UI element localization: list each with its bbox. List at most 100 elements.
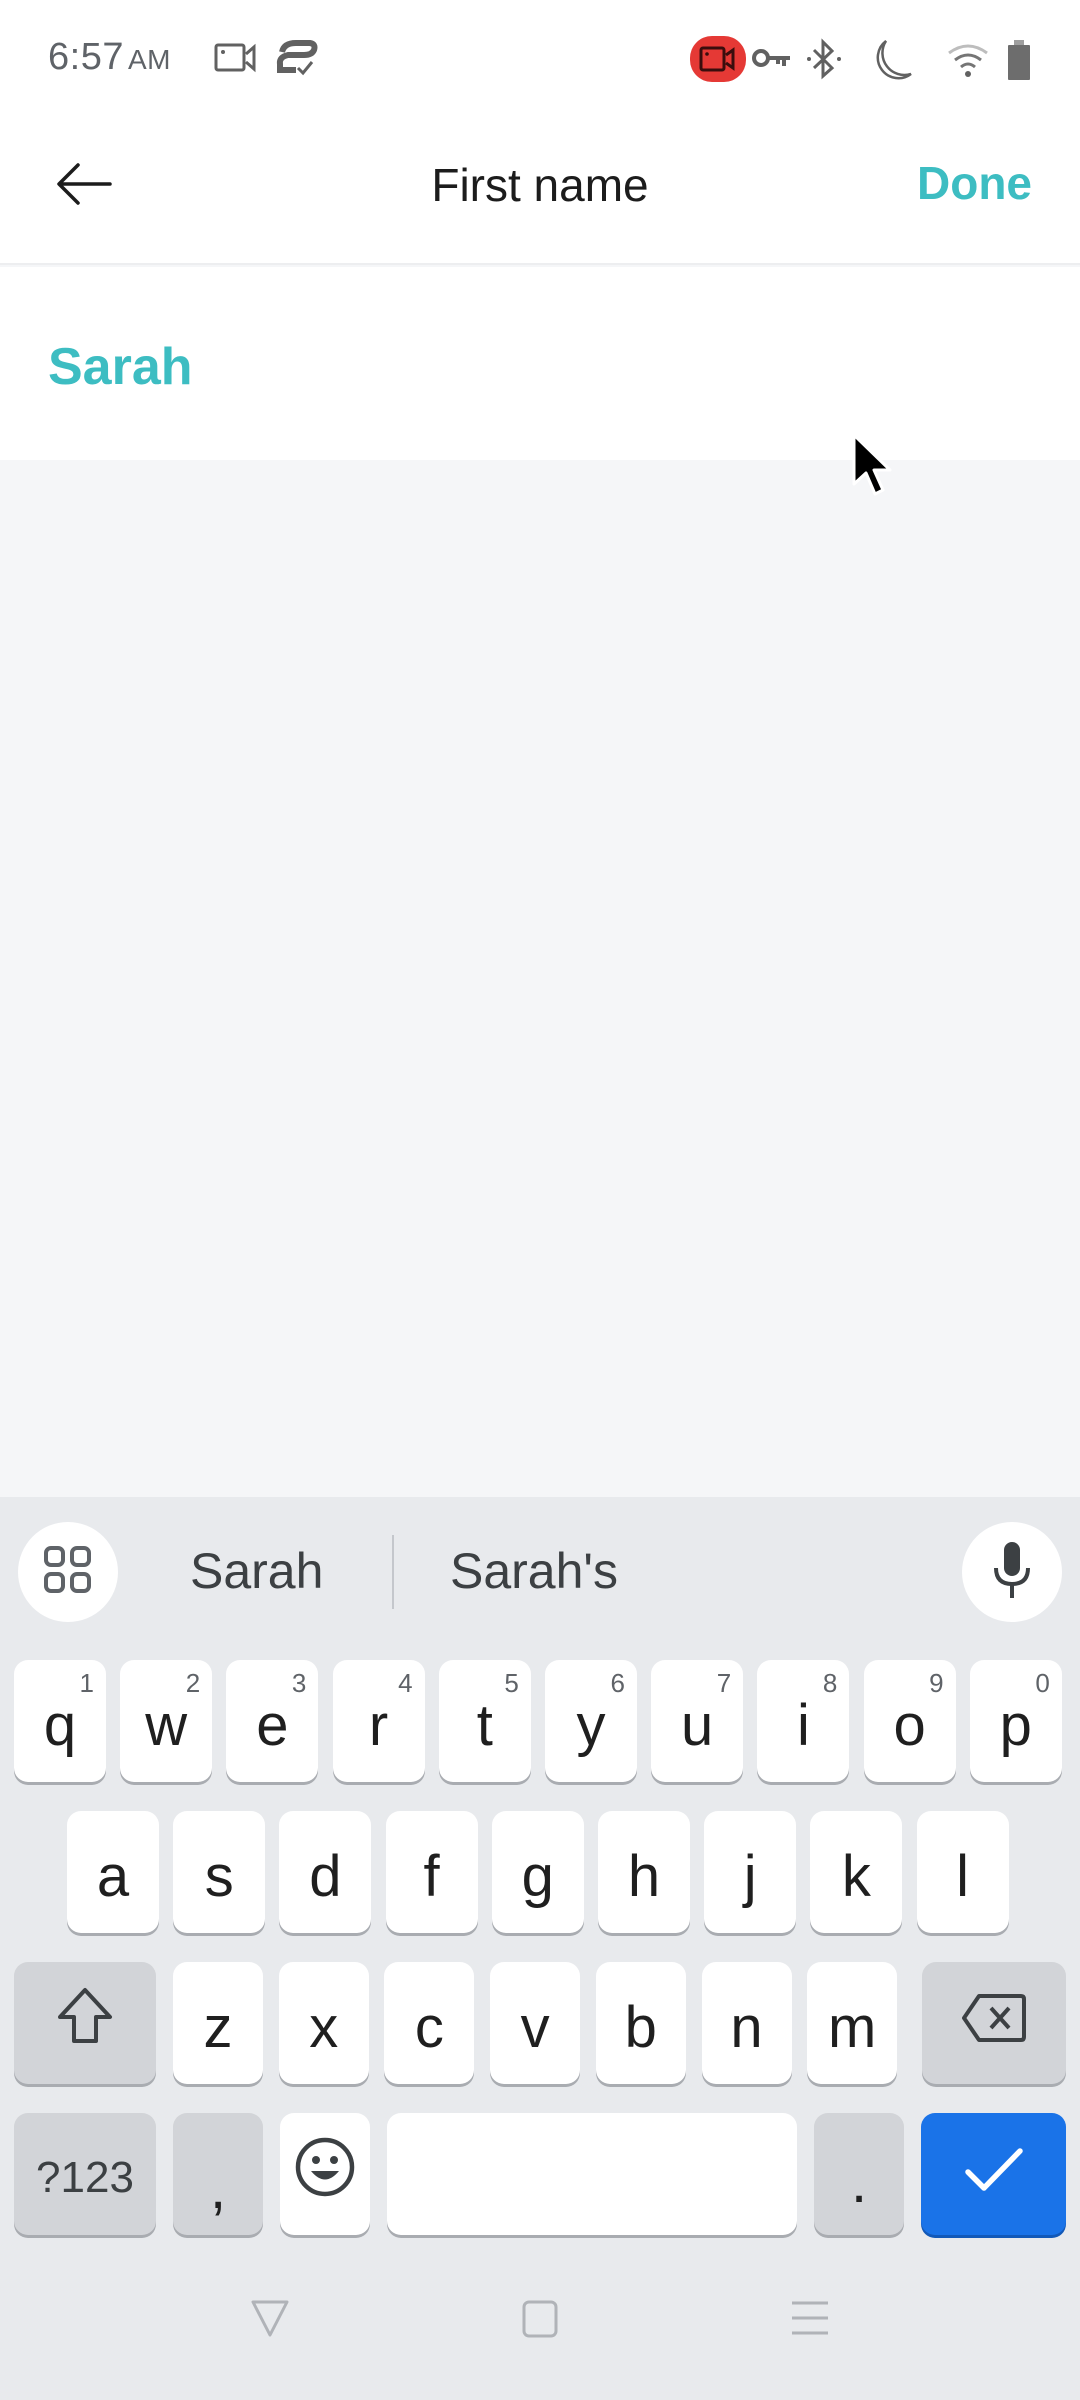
key-g[interactable]: g <box>491 1811 584 1933</box>
space-key[interactable] <box>387 2113 797 2235</box>
nav-back-button[interactable] <box>230 2285 310 2355</box>
key-hint-9: 9 <box>929 1668 944 1698</box>
voice-input-button[interactable] <box>962 1522 1062 1622</box>
key-hint-4: 4 <box>398 1668 413 1698</box>
key-label: q <box>43 1692 77 1758</box>
key-label: c <box>414 1994 444 2060</box>
key-label: k <box>841 1843 871 1909</box>
key-label: t <box>476 1692 493 1758</box>
nav-home-button[interactable] <box>500 2285 580 2355</box>
key-label: y <box>576 1692 606 1758</box>
key-b[interactable]: b <box>595 1962 686 2084</box>
key-hint-0: 0 <box>1035 1668 1050 1698</box>
key-hint-5: 5 <box>504 1668 519 1698</box>
comma-key-label: , <box>209 2155 227 2221</box>
key-label: g <box>521 1843 554 1909</box>
key-j[interactable]: j <box>704 1811 797 1933</box>
key-y[interactable]: 6y <box>545 1660 637 1782</box>
status-bar: 6:57 AM <box>0 0 1080 130</box>
checkmark-icon <box>964 2141 1024 2208</box>
keyboard-apps-button[interactable] <box>18 1522 118 1622</box>
sync-check-icon <box>274 40 318 83</box>
key-label: s <box>204 1843 234 1909</box>
symbols-key-label: ?123 <box>36 2153 134 2202</box>
key-w[interactable]: 2w <box>120 1660 213 1782</box>
suggestion-divider <box>392 1535 394 1609</box>
key-h[interactable]: h <box>598 1811 690 1933</box>
key-r[interactable]: 4r <box>332 1660 425 1782</box>
do-not-disturb-moon-icon <box>868 38 914 89</box>
key-label: p <box>999 1692 1032 1758</box>
key-z[interactable]: z <box>173 1962 263 2084</box>
key-label: i <box>796 1692 810 1758</box>
key-v[interactable]: v <box>490 1962 581 2084</box>
key-label: m <box>828 1994 877 2060</box>
key-label: a <box>96 1843 130 1909</box>
key-f[interactable]: f <box>385 1811 478 1933</box>
key-q[interactable]: 1q <box>14 1660 106 1782</box>
back-triangle-icon <box>248 2298 292 2343</box>
vpn-key-icon <box>752 46 792 77</box>
key-o[interactable]: 9o <box>863 1660 956 1782</box>
key-label: d <box>309 1843 342 1909</box>
done-button[interactable]: Done <box>917 156 1032 210</box>
key-hint-7: 7 <box>716 1668 732 1698</box>
key-label: l <box>956 1843 970 1909</box>
key-a[interactable]: a <box>67 1811 159 1933</box>
key-s[interactable]: s <box>173 1811 266 1933</box>
key-label: w <box>145 1692 188 1758</box>
suggestion-1[interactable]: Sarah <box>190 1542 323 1600</box>
screen-record-icon <box>214 42 258 79</box>
comma-key[interactable]: , <box>173 2113 263 2235</box>
shift-key[interactable] <box>14 1962 156 2084</box>
emoji-smile-icon <box>294 2136 356 2212</box>
key-d[interactable]: d <box>279 1811 372 1933</box>
key-u[interactable]: 7u <box>651 1660 744 1782</box>
key-p[interactable]: 0p <box>969 1660 1062 1782</box>
home-square-icon <box>520 2298 560 2343</box>
key-e[interactable]: 3e <box>226 1660 319 1782</box>
key-label: n <box>730 1994 763 2060</box>
first-name-input[interactable] <box>48 337 948 397</box>
first-name-section <box>0 267 1080 460</box>
key-m[interactable]: m <box>807 1962 898 2084</box>
empty-content-area <box>0 460 1080 1497</box>
grid-apps-icon <box>43 1545 93 1600</box>
mouse-pointer-icon <box>850 432 896 502</box>
nav-recents-button[interactable] <box>770 2285 850 2355</box>
key-label: j <box>743 1843 757 1909</box>
key-x[interactable]: x <box>278 1962 369 2084</box>
key-label: o <box>893 1692 926 1758</box>
key-t[interactable]: 5t <box>438 1660 531 1782</box>
key-i[interactable]: 8i <box>757 1660 850 1782</box>
key-k[interactable]: k <box>810 1811 903 1933</box>
key-hint-3: 3 <box>291 1668 307 1698</box>
key-label: z <box>203 1994 233 2060</box>
key-hint-2: 2 <box>185 1668 201 1698</box>
backspace-key[interactable] <box>922 1962 1066 2084</box>
backspace-icon <box>961 1990 1027 2057</box>
key-label: x <box>309 1994 339 2060</box>
key-label: r <box>368 1692 389 1758</box>
emoji-key[interactable] <box>280 2113 370 2235</box>
period-key-label: . <box>850 2149 868 2215</box>
status-time: 6:57 AM <box>48 36 171 79</box>
enter-done-key[interactable] <box>921 2113 1066 2235</box>
screen: 6:57 AM First name Done Sarah Sarah Sara… <box>0 0 1080 2400</box>
period-key[interactable]: . <box>814 2113 904 2235</box>
suggestion-strip: Sarah Sarah's <box>0 1497 1080 1642</box>
key-label: e <box>256 1692 289 1758</box>
symbols-key[interactable]: ?123 <box>14 2113 156 2235</box>
key-label: b <box>624 1994 657 2060</box>
recording-active-icon <box>690 36 746 87</box>
microphone-icon <box>992 1540 1032 1605</box>
key-l[interactable]: l <box>916 1811 1009 1933</box>
key-hint-8: 8 <box>822 1668 838 1698</box>
key-c[interactable]: c <box>384 1962 475 2084</box>
bluetooth-icon <box>806 38 842 87</box>
wifi-icon <box>946 42 990 85</box>
key-n[interactable]: n <box>701 1962 792 2084</box>
battery-icon <box>1006 40 1032 85</box>
recents-menu-icon <box>789 2298 831 2343</box>
suggestion-2[interactable]: Sarah's <box>450 1542 618 1600</box>
